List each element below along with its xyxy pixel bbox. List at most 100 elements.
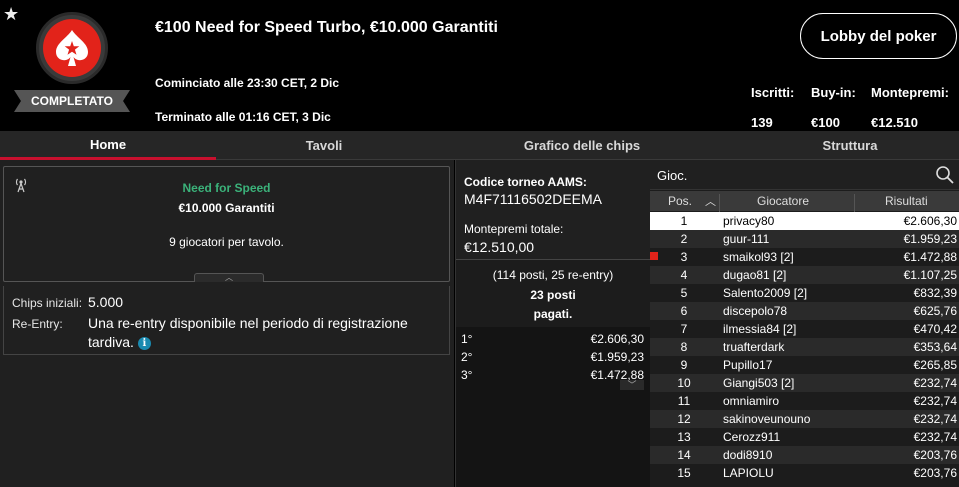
stat-value-buyin: €100 — [811, 115, 840, 130]
table-row[interactable]: 14 dodi8910 €203,76 — [650, 446, 959, 464]
row-position: 15 — [677, 466, 691, 480]
row-position: 4 — [680, 268, 688, 282]
table-row[interactable]: 12 sakinoveunouno €232,74 — [650, 410, 959, 428]
table-row[interactable]: 11 omniamiro €232,74 — [650, 392, 959, 410]
status-badge: COMPLETATO — [14, 90, 130, 112]
row-player-name: guur-111 — [723, 232, 770, 246]
tournament-details: Chips iniziali: 5.000 Re-Entry: Una re-e… — [3, 286, 450, 355]
row-position: 5 — [680, 286, 688, 300]
col-results[interactable]: Risultati — [885, 194, 928, 208]
sort-up-icon[interactable]: ︿ — [705, 193, 716, 209]
entries-text: (114 posti, 25 re-entry) — [492, 268, 614, 282]
current-player-marker — [650, 252, 658, 260]
table-row[interactable]: 5 Salento2009 [2] €832,39 — [650, 284, 959, 302]
tournament-name: Need for Speed — [182, 181, 271, 195]
row-player-name: Pupillo17 — [723, 358, 773, 372]
row-player-name: omniamiro — [723, 394, 780, 408]
row-position: 1 — [680, 214, 688, 228]
table-row[interactable]: 1 privacy80 €2.606,30 — [650, 212, 959, 230]
table-row[interactable]: 6 discepolo78 €625,76 — [650, 302, 959, 320]
row-result: €832,39 — [913, 286, 957, 300]
tab-chip-graph[interactable]: Grafico delle chips — [472, 131, 692, 160]
row-result: €1.472,88 — [903, 250, 957, 264]
tab-tables[interactable]: Tavoli — [216, 131, 432, 160]
row-position: 11 — [677, 394, 691, 408]
players-table-header: Pos. ︿ Giocatore Risultati — [650, 191, 959, 214]
tab-structure[interactable]: Struttura — [740, 131, 959, 160]
stat-value-registered: 139 — [751, 115, 773, 130]
table-row[interactable]: 2 guur-111 €1.959,23 — [650, 230, 959, 248]
col-position[interactable]: Pos. — [668, 194, 692, 208]
reentry-text: Una re-entry disponibile nel periodo di … — [88, 315, 408, 350]
stat-label-buyin: Buy-in: — [811, 85, 856, 100]
search-icon[interactable] — [935, 165, 955, 185]
info-icon[interactable]: i — [137, 337, 151, 350]
row-result: €232,74 — [913, 376, 957, 390]
end-time: Terminato alle 01:16 CET, 3 Dic — [155, 110, 331, 124]
payout-summary: (114 posti, 25 re-entry) 23 posti pagati… — [456, 260, 650, 327]
row-position: 6 — [680, 304, 688, 318]
row-player-name: smaikol93 [2] — [723, 250, 794, 264]
prize-total-label: Montepremi totale: — [464, 222, 564, 236]
table-row[interactable]: 13 Cerozz911 €232,74 — [650, 428, 959, 446]
col-player[interactable]: Giocatore — [757, 194, 809, 208]
pokerstars-logo — [36, 12, 108, 84]
row-player-name: privacy80 — [723, 214, 775, 228]
row-result: €203,76 — [913, 448, 957, 462]
row-result: €232,74 — [913, 394, 957, 408]
row-result: €470,42 — [913, 322, 957, 336]
tab-home[interactable]: Home — [0, 131, 216, 160]
row-player-name: Cerozz911 — [723, 430, 781, 444]
aams-code: M4F71116502DEEMA — [464, 191, 602, 207]
row-position: 3 — [680, 250, 688, 264]
row-result: €353,64 — [913, 340, 957, 354]
table-row[interactable]: 15 LAPIOLU €203,76 — [650, 464, 959, 482]
row-result: €232,74 — [913, 430, 957, 444]
row-result: €1.107,25 — [903, 268, 957, 282]
payout-position: 1° — [461, 332, 473, 346]
tournament-title: €100 Need for Speed Turbo, €10.000 Garan… — [155, 19, 498, 36]
start-time: Cominciato alle 23:30 CET, 2 Dic — [155, 76, 340, 90]
row-player-name: ilmessia84 [2] — [723, 322, 797, 336]
player-search-bar[interactable]: Gioc. — [650, 160, 959, 190]
prize-panel: Codice torneo AAMS: M4F71116502DEEMA Mon… — [455, 160, 650, 487]
payout-list: 1° €2.606,30 2° €1.959,23 3° €1.472,88 ﹀ — [456, 327, 650, 487]
payout-row: 1° €2.606,30 — [456, 330, 650, 348]
row-position: 10 — [677, 376, 691, 390]
stat-label-registered: Iscritti: — [751, 85, 795, 100]
row-player-name: dugao81 [2] — [723, 268, 787, 282]
table-row[interactable]: 9 Pupillo17 €265,85 — [650, 356, 959, 374]
payout-position: 3° — [461, 368, 473, 382]
row-result: €265,85 — [913, 358, 957, 372]
lobby-button[interactable]: Lobby del poker — [800, 13, 957, 59]
table-row[interactable]: 3 smaikol93 [2] €1.472,88 — [650, 248, 959, 266]
row-result: €2.606,30 — [903, 214, 957, 228]
expand-payouts-icon[interactable]: ﹀ — [620, 380, 644, 390]
reentry-label: Re-Entry: — [12, 317, 63, 331]
table-row[interactable]: 4 dugao81 [2] €1.107,25 — [650, 266, 959, 284]
table-row[interactable]: 10 Giangi503 [2] €232,74 — [650, 374, 959, 392]
paid-places-line2: pagati. — [533, 307, 573, 321]
row-result: €625,76 — [913, 304, 957, 318]
payout-amount: €2.606,30 — [590, 332, 644, 346]
starting-chips-label: Chips iniziali: — [12, 296, 83, 310]
home-panel: Need for Speed €10.000 Garantiti 9 gioca… — [0, 160, 454, 487]
favorite-star-icon[interactable]: ★ — [3, 5, 19, 23]
guarantee-text: €10.000 Garantiti — [178, 201, 275, 215]
paid-places-line1: 23 posti — [530, 288, 576, 302]
row-result: €1.959,23 — [903, 232, 957, 246]
tournament-info-box: Need for Speed €10.000 Garantiti 9 gioca… — [3, 166, 450, 282]
collapse-toggle[interactable]: ︿ — [194, 273, 264, 282]
row-position: 9 — [680, 358, 688, 372]
tab-bar: Home Tavoli Grafico delle chips Struttur… — [0, 131, 959, 160]
row-position: 12 — [677, 412, 691, 426]
prize-total-value: €12.510,00 — [464, 239, 535, 255]
row-player-name: LAPIOLU — [723, 466, 774, 480]
aams-label: Codice torneo AAMS: — [464, 175, 587, 189]
row-player-name: Giangi503 [2] — [723, 376, 795, 390]
table-row[interactable]: 7 ilmessia84 [2] €470,42 — [650, 320, 959, 338]
row-position: 8 — [680, 340, 688, 354]
row-result: €232,74 — [913, 412, 957, 426]
table-row[interactable]: 8 truafterdark €353,64 — [650, 338, 959, 356]
row-result: €203,76 — [913, 466, 957, 480]
